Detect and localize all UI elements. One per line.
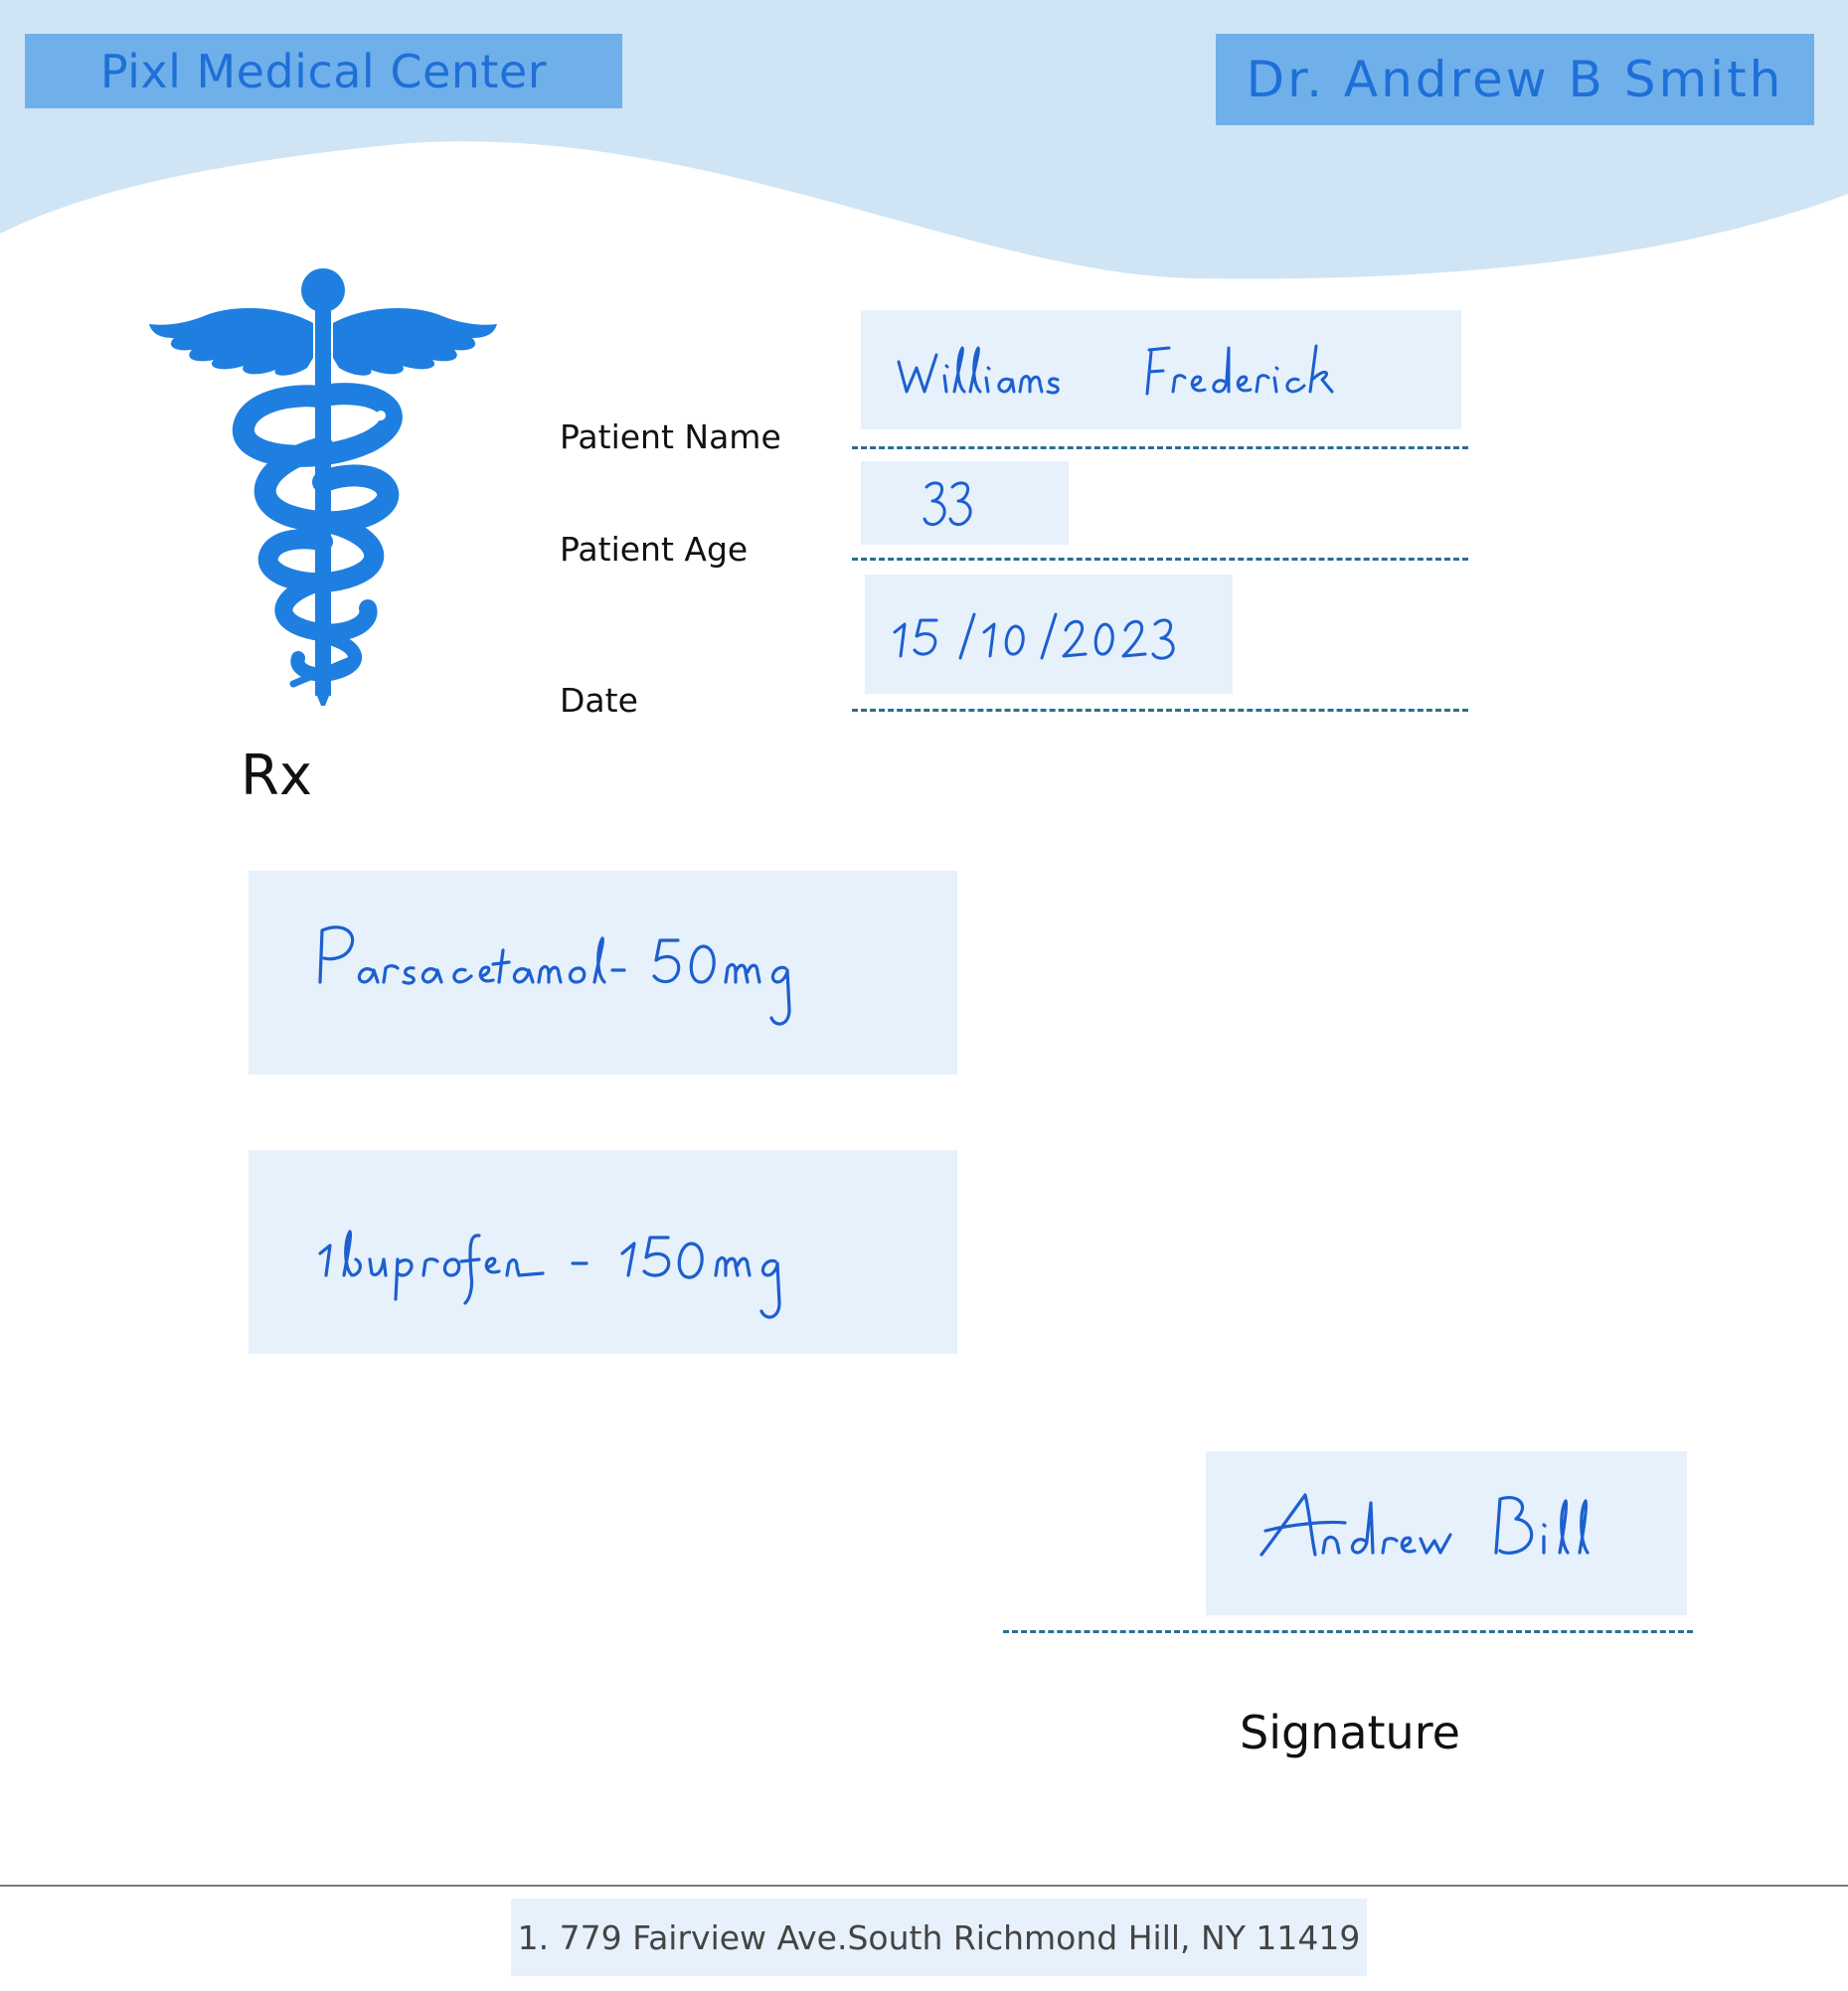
prescription-handwriting (318, 925, 791, 1026)
footer-address: 1. 779 Fairview Ave.South Richmond Hill,… (511, 1899, 1367, 1976)
patient-name-line (852, 446, 1468, 449)
patient-name-field: Williams Frederick (861, 310, 1461, 429)
doctor-name: Dr. Andrew B Smith (1216, 34, 1814, 125)
signature-field: Andrew Bill (1206, 1451, 1687, 1615)
patient-name-handwriting (897, 344, 1334, 396)
signature-line (1003, 1630, 1693, 1633)
patient-age-label: Patient Age (560, 530, 749, 569)
patient-name-label: Patient Name (560, 417, 781, 456)
patient-age-line (852, 558, 1468, 561)
prescription-page: Pixl Medical Center Dr. Andrew B Smith P (0, 0, 1848, 1991)
caduceus-icon (149, 268, 497, 706)
prescription-item: Ibuprofen - 150mg (249, 1150, 957, 1354)
date-handwriting (893, 612, 1175, 660)
patient-age-field: 33 (861, 461, 1069, 545)
clinic-name: Pixl Medical Center (25, 34, 622, 108)
prescription-handwriting (318, 1230, 781, 1319)
date-label: Date (560, 681, 638, 720)
rx-symbol: Rx (241, 744, 313, 808)
signature-label: Signature (1240, 1706, 1460, 1759)
date-field: 15/10/2023 (865, 575, 1233, 694)
prescription-item: Paracetamol- 50mg (249, 871, 957, 1075)
footer-divider (0, 1885, 1848, 1887)
date-line (852, 709, 1468, 712)
patient-age-handwriting (923, 481, 972, 527)
signature-handwriting (1260, 1493, 1590, 1557)
